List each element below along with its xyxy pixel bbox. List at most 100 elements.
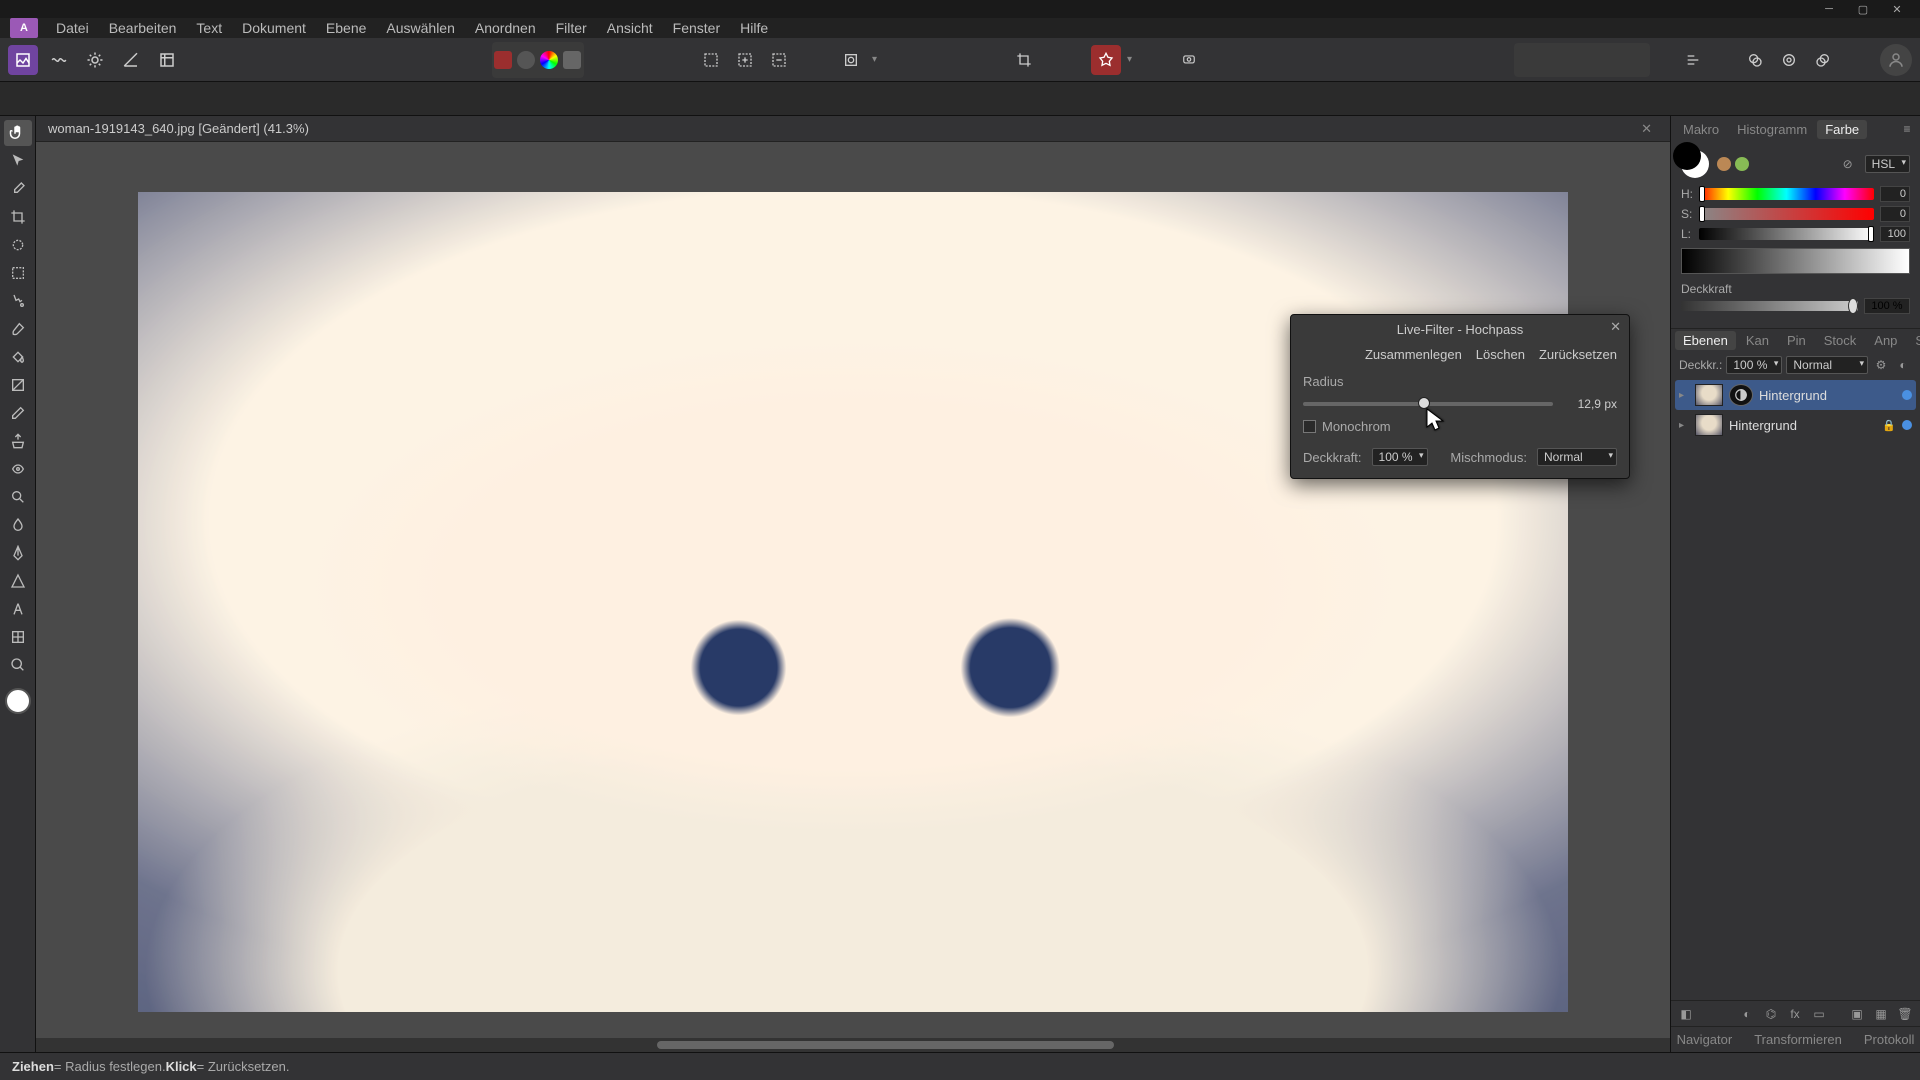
- crop-snapping-button[interactable]: [1009, 45, 1039, 75]
- monochrome-checkbox[interactable]: Monochrom: [1303, 419, 1617, 434]
- paint-brush-tool[interactable]: [4, 316, 32, 342]
- hue-slider[interactable]: [1699, 188, 1874, 200]
- menu-select[interactable]: Auswählen: [376, 18, 465, 38]
- mask-layer-button[interactable]: ▭: [1810, 1005, 1828, 1023]
- align-left-button[interactable]: [1516, 45, 1546, 75]
- insert-front-button[interactable]: [1808, 45, 1838, 75]
- menu-text[interactable]: Text: [186, 18, 232, 38]
- layer-fx-icon[interactable]: ◐: [1894, 356, 1912, 374]
- menu-arrange[interactable]: Anordnen: [465, 18, 546, 38]
- opacity-slider[interactable]: [1681, 301, 1858, 311]
- saturation-slider[interactable]: [1699, 208, 1874, 220]
- layer-expand-icon[interactable]: ▸: [1679, 420, 1689, 431]
- tab-brushes[interactable]: Pin: [1779, 331, 1814, 350]
- insert-inside-button[interactable]: [1774, 45, 1804, 75]
- menu-layer[interactable]: Ebene: [316, 18, 376, 38]
- menu-window[interactable]: Fenster: [663, 18, 730, 38]
- live-filter-button[interactable]: ⌬: [1762, 1005, 1780, 1023]
- tab-macro[interactable]: Makro: [1675, 120, 1727, 139]
- selection-brush-tool[interactable]: [4, 232, 32, 258]
- pen-tool[interactable]: [4, 540, 32, 566]
- layer-visibility-toggle[interactable]: [1902, 420, 1912, 430]
- tab-history[interactable]: Protokoll: [1856, 1030, 1920, 1049]
- document-tab[interactable]: woman-1919143_640.jpg [Geändert] (41.3%)…: [36, 116, 1670, 142]
- add-layer-button[interactable]: ▦: [1872, 1005, 1890, 1023]
- layer-mask-button[interactable]: ◧: [1677, 1005, 1695, 1023]
- text-tool[interactable]: [4, 596, 32, 622]
- radius-slider-thumb[interactable]: [1418, 397, 1430, 409]
- hand-tool[interactable]: [4, 120, 32, 146]
- flood-select-tool[interactable]: [4, 288, 32, 314]
- dialog-blend-dropdown[interactable]: Normal: [1537, 448, 1617, 466]
- persona-liquify-button[interactable]: [44, 45, 74, 75]
- persona-develop-button[interactable]: [80, 45, 110, 75]
- selection-new-button[interactable]: [696, 45, 726, 75]
- layer-row-1[interactable]: ▸ Hintergrund 🔒: [1675, 410, 1916, 440]
- marquee-tool[interactable]: [4, 260, 32, 286]
- tab-color[interactable]: Farbe: [1817, 120, 1867, 139]
- viewport[interactable]: [36, 142, 1670, 1038]
- layer-opacity-dropdown[interactable]: 100 %: [1726, 356, 1782, 374]
- dialog-reset-button[interactable]: Zurücksetzen: [1539, 347, 1617, 362]
- zoom-tool[interactable]: [4, 652, 32, 678]
- filter-mask-icon[interactable]: [1729, 384, 1753, 406]
- mesh-warp-tool[interactable]: [4, 624, 32, 650]
- document-tab-close[interactable]: ✕: [1635, 121, 1658, 137]
- menu-help[interactable]: Hilfe: [730, 18, 778, 38]
- window-close-button[interactable]: ✕: [1880, 0, 1914, 18]
- dialog-opacity-dropdown[interactable]: 100 %: [1372, 448, 1428, 466]
- panel-menu-icon[interactable]: ≡: [1898, 120, 1916, 138]
- assistant-button[interactable]: [1091, 45, 1121, 75]
- tab-histogram[interactable]: Histogramm: [1729, 120, 1815, 139]
- window-maximize-button[interactable]: ▢: [1846, 0, 1880, 18]
- align-right-button[interactable]: [1584, 45, 1614, 75]
- tab-channels[interactable]: Kan: [1738, 331, 1777, 350]
- radius-slider[interactable]: [1303, 402, 1553, 406]
- layer-row-0[interactable]: ▸ Hintergrund: [1675, 380, 1916, 410]
- menu-edit[interactable]: Bearbeiten: [99, 18, 187, 38]
- gradient-tool[interactable]: [4, 372, 32, 398]
- tab-transform[interactable]: Transformieren: [1746, 1030, 1850, 1049]
- insert-behind-button[interactable]: [1740, 45, 1770, 75]
- color-picker-tool[interactable]: [4, 176, 32, 202]
- tab-layers[interactable]: Ebenen: [1675, 331, 1736, 350]
- align-center-button[interactable]: [1550, 45, 1580, 75]
- shape-tool[interactable]: [4, 568, 32, 594]
- quickmask-button[interactable]: [836, 45, 866, 75]
- align-just-button[interactable]: [1618, 45, 1648, 75]
- preview-mode-button[interactable]: [1174, 45, 1204, 75]
- menu-filter[interactable]: Filter: [546, 18, 597, 38]
- dialog-merge-button[interactable]: Zusammenlegen: [1365, 347, 1462, 362]
- tab-stock[interactable]: Stock: [1816, 331, 1865, 350]
- menu-file[interactable]: Datei: [46, 18, 99, 38]
- tab-adjust[interactable]: Anp: [1866, 331, 1905, 350]
- saturation-input[interactable]: [1880, 206, 1910, 222]
- color-swatches[interactable]: [1681, 150, 1709, 178]
- window-minimize-button[interactable]: ─: [1812, 0, 1846, 18]
- group-layer-button[interactable]: ▣: [1848, 1005, 1866, 1023]
- crop-tool[interactable]: [4, 204, 32, 230]
- smudge-tool[interactable]: [4, 512, 32, 538]
- move-tool[interactable]: [4, 148, 32, 174]
- fill-tool[interactable]: [4, 344, 32, 370]
- autoselect-swatches[interactable]: [492, 42, 584, 78]
- lightness-slider[interactable]: [1699, 228, 1874, 240]
- dodge-tool[interactable]: [4, 484, 32, 510]
- color-model-dropdown[interactable]: HSL: [1865, 155, 1910, 173]
- gradient-preview[interactable]: [1681, 248, 1910, 274]
- persona-export-button[interactable]: [152, 45, 182, 75]
- layer-settings-icon[interactable]: ⚙: [1872, 356, 1890, 374]
- dialog-delete-button[interactable]: Löschen: [1476, 347, 1525, 362]
- selection-add-button[interactable]: [730, 45, 760, 75]
- menu-document[interactable]: Dokument: [232, 18, 316, 38]
- radius-value[interactable]: 12,9 px: [1563, 397, 1617, 411]
- selection-sub-button[interactable]: [764, 45, 794, 75]
- dialog-close-button[interactable]: ✕: [1610, 319, 1621, 335]
- eyedropper-sample-1[interactable]: [1717, 157, 1731, 171]
- live-filter-dialog[interactable]: Live-Filter - Hochpass ✕ Zusammenlegen L…: [1290, 314, 1630, 479]
- persona-photo-button[interactable]: [8, 45, 38, 75]
- layer-blend-dropdown[interactable]: Normal: [1786, 356, 1868, 374]
- layer-expand-icon[interactable]: ▸: [1679, 390, 1689, 401]
- hue-input[interactable]: [1880, 186, 1910, 202]
- dialog-titlebar[interactable]: Live-Filter - Hochpass ✕: [1291, 315, 1629, 343]
